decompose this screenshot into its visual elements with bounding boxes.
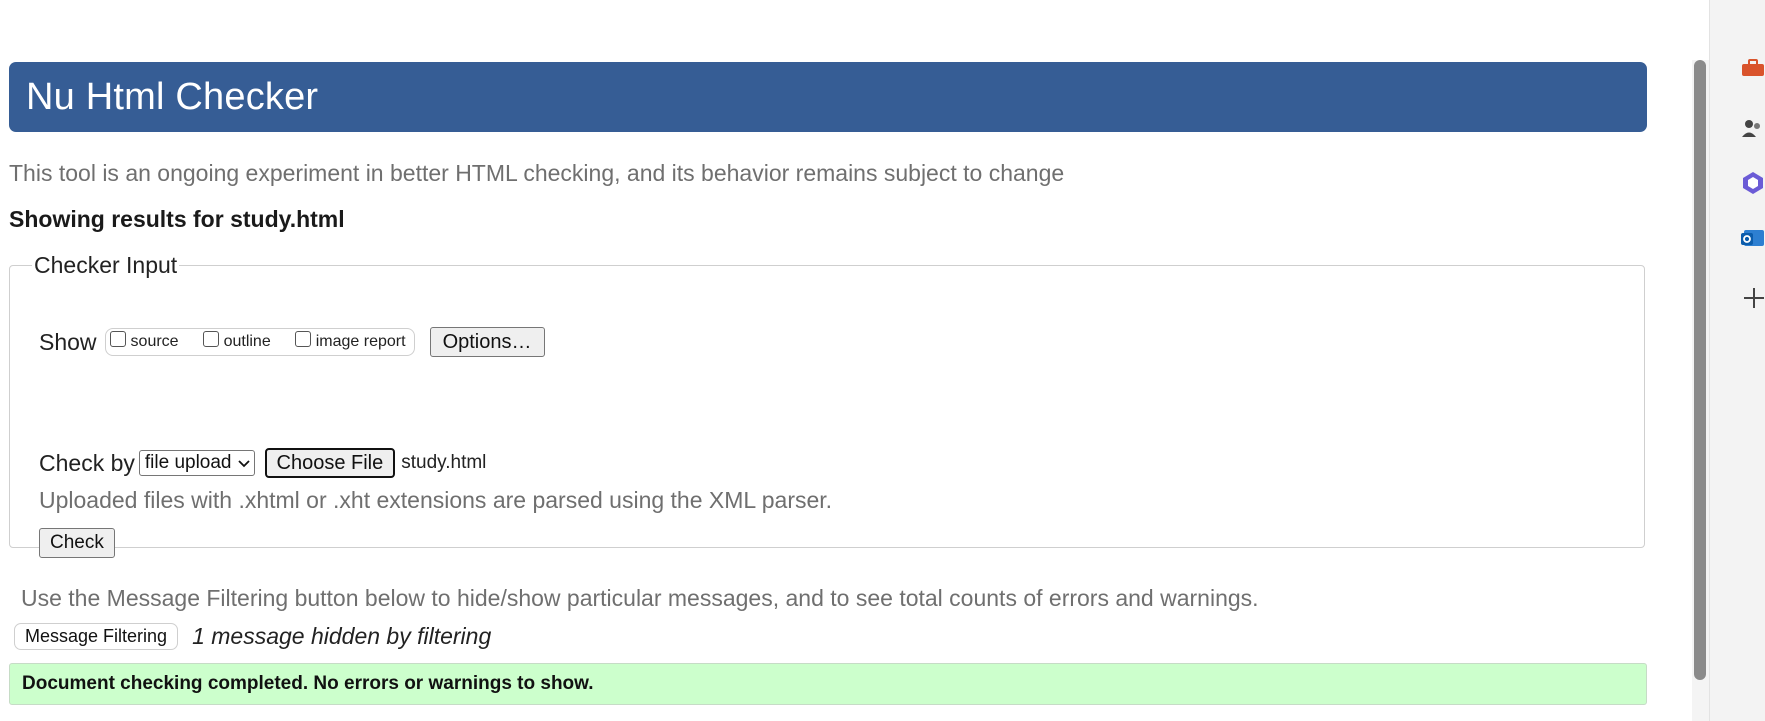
source-checkbox[interactable] [109, 331, 126, 347]
show-outline-option[interactable]: outline [202, 331, 271, 351]
outline-label: outline [223, 333, 271, 350]
image-report-label: image report [315, 333, 406, 350]
show-label: Show [39, 328, 97, 355]
chevron-down-icon [237, 452, 250, 474]
check-by-select[interactable]: file upload [138, 450, 255, 476]
results-heading: Showing results for study.html [9, 206, 345, 232]
hidden-messages-count: 1 message hidden by filtering [192, 623, 492, 649]
chosen-file-name: study.html [401, 452, 487, 473]
outlook-icon[interactable] [1740, 225, 1765, 251]
page-title: Nu Html Checker [26, 76, 319, 118]
check-by-selected-value: file upload [144, 452, 232, 473]
show-options-group: source outline image report [104, 328, 415, 356]
check-by-label: Check by [39, 449, 135, 476]
show-options-row: Show source outline image report Options… [39, 327, 545, 357]
copilot-icon[interactable] [1740, 170, 1765, 196]
source-label: source [130, 333, 179, 350]
options-button[interactable]: Options… [429, 327, 545, 357]
image-report-checkbox[interactable] [294, 331, 311, 347]
filtering-note: Use the Message Filtering button below t… [21, 585, 1259, 611]
message-filtering-button[interactable]: Message Filtering [14, 623, 179, 650]
choose-file-button[interactable]: Choose File [264, 448, 396, 478]
outline-checkbox[interactable] [202, 331, 219, 347]
checker-input-legend: Checker Input [34, 252, 178, 278]
page: Nu Html Checker This tool is an ongoing … [0, 0, 1700, 721]
show-source-option[interactable]: source [109, 331, 179, 351]
filtering-row: Message Filtering 1 message hidden by fi… [14, 623, 491, 650]
upload-note: Uploaded files with .xhtml or .xht exten… [39, 487, 833, 513]
people-icon[interactable] [1740, 116, 1765, 142]
checker-input-fieldset: Checker Input Show source outline image … [9, 252, 1645, 558]
add-icon[interactable] [1740, 285, 1765, 311]
success-message: Document checking completed. No errors o… [9, 663, 1647, 705]
app-header: Nu Html Checker [9, 62, 1647, 132]
browser-sidebar [1709, 0, 1765, 721]
scrollbar-thumb[interactable] [1694, 60, 1706, 680]
intro-text: This tool is an ongoing experiment in be… [9, 160, 1065, 186]
check-by-row: Check by file upload Choose File study.h… [39, 447, 486, 479]
check-button[interactable]: Check [39, 528, 115, 558]
show-image-report-option[interactable]: image report [294, 331, 406, 351]
toolbox-icon[interactable] [1740, 56, 1765, 82]
